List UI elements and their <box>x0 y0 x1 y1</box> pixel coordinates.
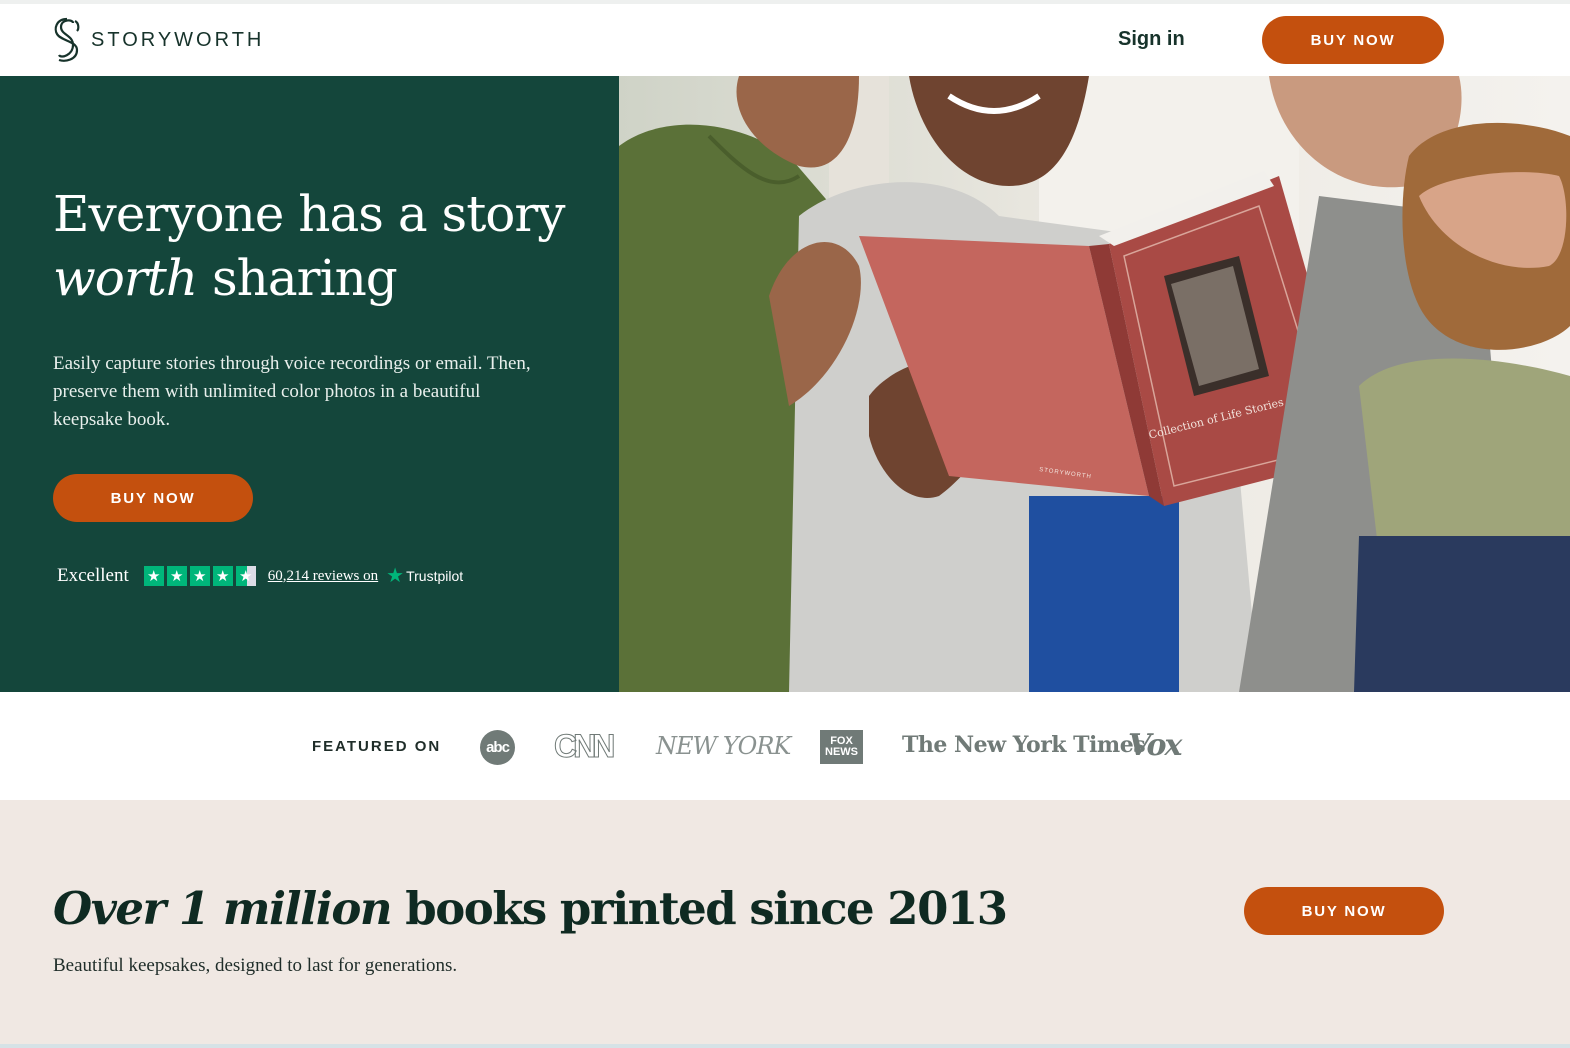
new-york-magazine-logo: NEW YORK <box>656 732 791 760</box>
abc-logo: abc <box>480 730 515 765</box>
star-icon: ★ <box>143 566 164 586</box>
hero-title: Everyone has a story worth sharing <box>53 182 593 310</box>
stats-buy-now-button[interactable]: BUY NOW <box>1244 887 1444 935</box>
fox-news-logo: FOX NEWS <box>820 730 863 764</box>
storyworth-logo[interactable]: STORYWORTH <box>53 17 264 63</box>
hero-title-rest: sharing <box>197 249 398 307</box>
family-reading-book-image: Collection of Life Stories STORYWORTH <box>619 76 1570 692</box>
featured-on-label: FEATURED ON <box>312 738 442 755</box>
hero-panel: Everyone has a story worth sharing Easil… <box>0 76 620 692</box>
storyworth-s-icon <box>54 17 80 62</box>
fox-logo-line2: NEWS <box>825 746 858 758</box>
bottom-border <box>0 1044 1570 1048</box>
cnn-logo: CNN <box>553 728 615 765</box>
books-printed-section: Over 1 million books printed since 2013 … <box>0 800 1570 1044</box>
books-printed-rest: books printed since 2013 <box>391 882 1008 935</box>
hero-buy-now-button[interactable]: BUY NOW <box>53 474 253 522</box>
trustpilot-logo-icon: ★ <box>386 565 405 587</box>
sign-in-link[interactable]: Sign in <box>1118 28 1185 51</box>
star-icon: ★ <box>166 566 187 586</box>
brand-name: STORYWORTH <box>91 28 265 51</box>
new-york-times-logo: The New York Times <box>902 732 1146 758</box>
star-icon: ★ <box>212 566 233 586</box>
site-header: STORYWORTH Sign in BUY NOW <box>0 4 1570 76</box>
books-printed-subtitle: Beautiful keepsakes, designed to last fo… <box>53 955 458 976</box>
hero-title-line1: Everyone has a story <box>53 185 566 243</box>
star-icon: ★ <box>189 566 210 586</box>
trustpilot-stars: ★ ★ ★ ★ ★ <box>143 566 256 586</box>
books-printed-title: Over 1 million books printed since 2013 <box>53 882 1008 935</box>
hero-title-emphasis: worth <box>53 249 198 307</box>
trustpilot-brand: Trustpilot <box>406 568 464 584</box>
hero-photo: Collection of Life Stories STORYWORTH <box>619 76 1570 692</box>
trustpilot-widget[interactable]: Excellent ★ ★ ★ ★ ★ 60,214 reviews on ★ … <box>57 564 463 588</box>
books-printed-emphasis: Over 1 million <box>53 882 393 935</box>
header-buy-now-button[interactable]: BUY NOW <box>1262 16 1444 64</box>
trustpilot-rating-word: Excellent <box>57 565 129 586</box>
featured-on-strip: FEATURED ON abc CNN NEW YORK FOX NEWS Th… <box>0 692 1570 800</box>
vox-logo: Vox <box>1128 728 1182 763</box>
trustpilot-reviews-link[interactable]: 60,214 reviews on <box>268 568 378 585</box>
hero-subtitle: Easily capture stories through voice rec… <box>53 353 531 430</box>
half-star-icon: ★ <box>235 566 256 586</box>
